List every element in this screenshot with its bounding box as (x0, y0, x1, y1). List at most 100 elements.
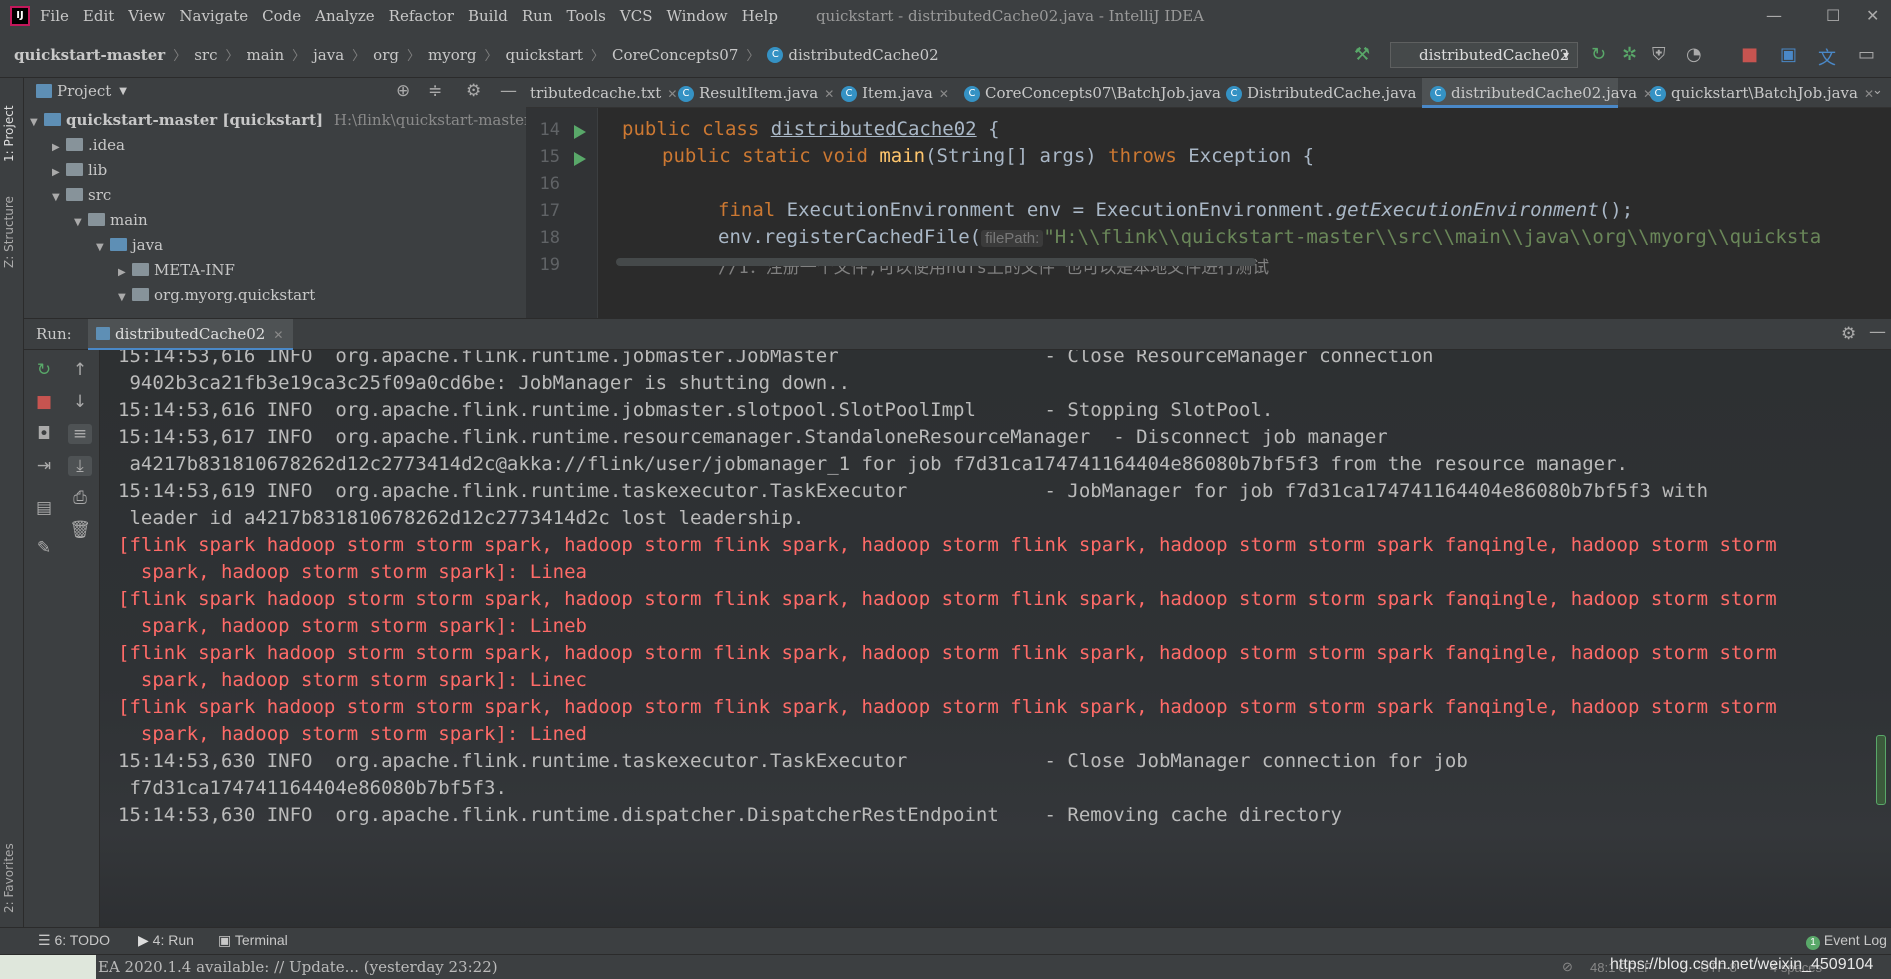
tab-todo[interactable]: ☰ 6: TODO (38, 932, 110, 949)
pin-icon[interactable]: ✎ (32, 538, 56, 558)
build-hammer-icon[interactable]: ⚒ (1354, 44, 1370, 65)
breadcrumb-item[interactable]: distributedCache02 (788, 46, 938, 64)
chevron-right-icon[interactable]: ▶ (52, 142, 66, 153)
menu-tools[interactable]: Tools (566, 7, 605, 25)
tree-item-java[interactable]: ▼ java (96, 236, 163, 254)
tab-project[interactable]: 1: Project (2, 82, 22, 162)
breadcrumb-item[interactable]: org (373, 46, 399, 64)
breadcrumb-item[interactable]: src (194, 46, 217, 64)
menu-code[interactable]: Code (262, 7, 301, 25)
trash-icon[interactable]: 🗑 (68, 520, 92, 540)
run-gutter-icon[interactable] (574, 152, 586, 166)
tab-distributedcache[interactable]: CDistributedCache.java✕ (1226, 78, 1433, 108)
chevron-down-icon[interactable]: ▼ (52, 192, 66, 203)
tab-favorites[interactable]: 2: Favorites (2, 823, 22, 913)
tab-overflow-chevron-icon[interactable]: ⌄ (1872, 83, 1883, 98)
breadcrumb-item[interactable]: main (247, 46, 285, 64)
menu-view[interactable]: View (128, 7, 165, 25)
tab-terminal[interactable]: ▣ Terminal (218, 932, 288, 949)
chevron-down-icon[interactable]: ▼ (74, 217, 88, 228)
menu-analyze[interactable]: Analyze (315, 7, 375, 25)
code-editor[interactable]: tributedcache.txt ✕ C ResultItem.java ✕ C It… (526, 78, 1891, 318)
translate-icon[interactable]: 文 (1818, 44, 1836, 70)
run-gutter-icon[interactable] (574, 125, 586, 139)
menu-help[interactable]: Help (742, 7, 778, 25)
tree-root[interactable]: ▼ quickstart-master [quickstart] H:\flink… (30, 111, 531, 129)
run-tab[interactable]: distributedCache02 ✕ (88, 319, 294, 351)
arrow-up-icon[interactable]: ↑ (68, 360, 92, 380)
search-everywhere-icon[interactable]: ▭ (1858, 44, 1875, 65)
tree-item-lib[interactable]: ▶ lib (52, 161, 107, 179)
tab-resultitem[interactable]: C ResultItem.java ✕ (678, 78, 834, 108)
tab-distributedcache02[interactable]: CdistributedCache02.java ✕ (1422, 78, 1653, 108)
tree-item-idea[interactable]: ▶ .idea (52, 136, 125, 154)
breadcrumb-item[interactable]: quickstart (506, 46, 583, 64)
tab-event-log[interactable]: 1 Event Log (1806, 932, 1887, 950)
tab-structure[interactable]: Z: Structure (2, 178, 22, 268)
rerun-icon[interactable]: ↻ (32, 360, 56, 380)
menu-edit[interactable]: Edit (83, 7, 114, 25)
editor-horizontal-scrollbar[interactable] (616, 258, 1256, 266)
git-status-icon[interactable]: ⊘ (1562, 959, 1573, 975)
rerun-icon[interactable]: ↻ (1591, 44, 1606, 65)
update-message[interactable]: EA 2020.1.4 available: // Update... (yes… (98, 958, 498, 976)
menu-vcs[interactable]: VCS (620, 7, 653, 25)
stop-icon[interactable]: ■ (1741, 44, 1758, 65)
tree-item-src[interactable]: ▼ src (52, 186, 111, 204)
code-token: public class (622, 118, 771, 140)
breadcrumb-item[interactable]: quickstart-master (14, 46, 165, 64)
tree-item-main[interactable]: ▼ main (74, 211, 148, 229)
coverage-icon[interactable]: ⛨ (1652, 44, 1666, 65)
project-structure-icon[interactable]: ▣ (1780, 44, 1797, 65)
tree-item-meta-inf[interactable]: ▶ META-INF (118, 261, 235, 279)
close-icon[interactable]: ✕ (667, 87, 677, 101)
maximize-icon[interactable]: ☐ (1826, 6, 1840, 25)
arrow-down-icon[interactable]: ↓ (68, 392, 92, 412)
minimize-icon[interactable]: — (1766, 6, 1782, 25)
tab-quickstart-batchjob[interactable]: Cquickstart\BatchJob.java ✕ (1650, 78, 1874, 108)
hide-panel-icon[interactable]: — (500, 81, 517, 101)
debug-bug-icon[interactable]: ✲ (1622, 44, 1637, 65)
gear-icon[interactable]: ⚙ (466, 81, 481, 101)
scroll-to-end-icon[interactable]: ⤓ (68, 456, 92, 476)
breadcrumb-item[interactable]: myorg (428, 46, 477, 64)
breadcrumb-item[interactable]: CoreConcepts07 (612, 46, 738, 64)
tab-distributedcache-txt[interactable]: tributedcache.txt ✕ (530, 78, 677, 108)
close-icon[interactable]: ✕ (1866, 6, 1879, 25)
hide-panel-icon[interactable]: — (1869, 322, 1886, 342)
chevron-down-icon[interactable]: ▼ (30, 117, 44, 128)
tab-coreconcepts07-batchjob[interactable]: CCoreConcepts07\BatchJob.java✕ (964, 78, 1237, 108)
stop-icon[interactable]: ■ (32, 392, 56, 412)
menu-file[interactable]: File (40, 7, 69, 25)
run-console[interactable]: 15:14:53,616 INFO org.apache.flink.runti… (100, 350, 1891, 954)
soft-wrap-icon[interactable]: ≡ (68, 424, 92, 444)
collapse-all-icon[interactable]: ≑ (428, 81, 442, 101)
menu-build[interactable]: Build (468, 7, 508, 25)
run-configuration-select[interactable]: distributedCache02 ▾ (1390, 42, 1578, 68)
exit-icon[interactable]: ⇥ (32, 456, 56, 476)
chevron-right-icon[interactable]: ▶ (118, 267, 132, 278)
menu-refactor[interactable]: Refactor (389, 7, 454, 25)
print-icon[interactable]: ⎙ (68, 488, 92, 508)
tab-run[interactable]: ▶ 4: Run (138, 932, 194, 949)
tab-item[interactable]: C Item.java ✕ (841, 78, 949, 108)
breadcrumb-item[interactable]: java (313, 46, 344, 64)
camera-icon[interactable]: ◘ (32, 424, 56, 444)
chevron-right-icon[interactable]: ▶ (52, 167, 66, 178)
close-icon[interactable]: ✕ (939, 87, 949, 101)
chevron-down-icon[interactable]: ▼ (96, 242, 110, 253)
profile-icon[interactable]: ◔ (1686, 44, 1702, 65)
menu-run[interactable]: Run (522, 7, 553, 25)
menu-navigate[interactable]: Navigate (179, 7, 248, 25)
project-panel-title[interactable]: Project (57, 82, 111, 100)
tree-item-package[interactable]: ▼ org.myorg.quickstart (118, 286, 315, 304)
close-icon[interactable]: ✕ (273, 328, 283, 342)
locate-target-icon[interactable]: ⊕ (396, 81, 410, 101)
gear-icon[interactable]: ⚙ (1841, 324, 1856, 344)
chevron-down-icon[interactable]: ▼ (119, 86, 127, 97)
chevron-down-icon[interactable]: ▼ (118, 292, 132, 303)
close-icon[interactable]: ✕ (824, 87, 834, 101)
layout-icon[interactable]: ▤ (32, 498, 56, 518)
menu-window[interactable]: Window (666, 7, 727, 25)
console-scrollbar[interactable] (1876, 735, 1886, 805)
